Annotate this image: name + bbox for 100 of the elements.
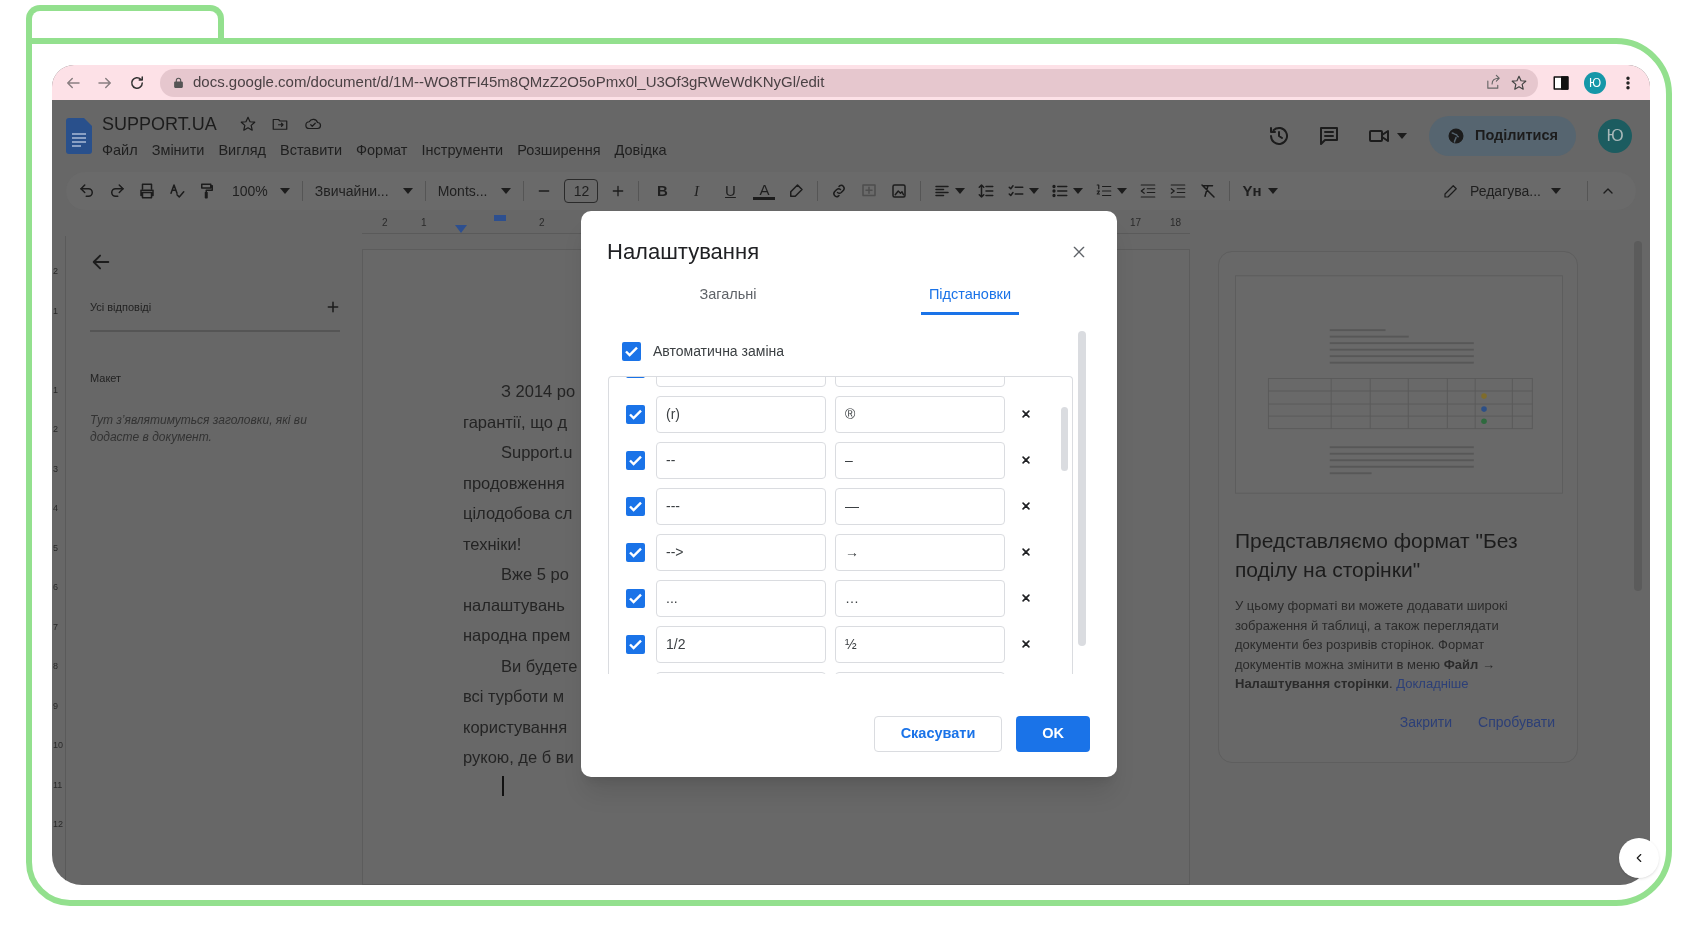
caret-icon[interactable] [1117,188,1128,194]
checkbox[interactable] [626,496,645,516]
caret-icon[interactable] [402,188,413,194]
docs-logo-icon[interactable] [66,118,92,154]
menu-item[interactable]: Розширення [517,139,601,162]
print-icon[interactable] [138,182,156,200]
menu-item[interactable]: Вигляд [218,139,266,162]
input-tools-button[interactable]: Yн [1242,179,1278,203]
promo-action-link[interactable]: Спробувати [1478,711,1555,733]
checkbox[interactable] [626,542,645,562]
spellcheck-icon[interactable] [168,182,186,200]
caret-icon[interactable] [1073,188,1084,194]
text-cursor [502,775,504,796]
add-icon[interactable] [326,300,340,315]
indent-marker-icon[interactable] [455,225,467,233]
delete-icon[interactable] [1021,639,1031,650]
menu-item[interactable]: Інструменти [421,139,504,162]
caret-icon[interactable] [1551,188,1561,194]
paint-roller-icon[interactable] [198,182,216,200]
bold-button[interactable]: B [651,179,674,203]
input-field[interactable]: -- [656,441,826,479]
input-field[interactable]: ... [656,579,826,617]
reload-icon[interactable] [128,73,146,92]
input-field[interactable]: ® [835,395,1005,433]
font-size-field[interactable]: 12 [564,179,599,203]
learn-more-link[interactable]: Докладніше [1396,676,1469,691]
promo-action-link[interactable]: Закрити [1399,711,1453,733]
highlighter-icon[interactable] [787,182,806,200]
profile-avatar[interactable]: Ю [1584,71,1606,94]
image-icon[interactable] [890,182,909,200]
editing-mode-dropdown[interactable]: Редагува... [1442,180,1561,202]
increase-indent-icon[interactable] [1169,182,1188,200]
delete-icon[interactable] [1021,547,1031,558]
decrease-indent-icon[interactable] [1139,182,1158,200]
input-field[interactable]: … [835,579,1005,617]
caret-icon[interactable] [501,188,512,194]
dialog-tab[interactable]: Загальні [691,284,765,315]
star-icon[interactable] [1510,73,1528,92]
share-icon[interactable] [1485,74,1502,91]
side-panel-icon[interactable] [1552,73,1570,92]
menu-item[interactable]: Файл [102,139,138,162]
input-field[interactable]: – [835,441,1005,479]
dialog-button[interactable]: OK [1016,716,1090,752]
first-line-marker-icon[interactable] [494,215,506,221]
line-spacing-icon[interactable] [977,182,996,200]
dialog-tab[interactable]: Підстановки [920,284,1020,315]
checkbox[interactable] [626,450,645,470]
document-text-line: З 2014 ро [501,381,576,402]
checkbox[interactable] [626,634,645,654]
caret-icon[interactable] [1267,188,1278,194]
scrollbar[interactable] [1061,406,1068,471]
ruler-number: 10 [53,740,63,750]
input-field[interactable]: — [835,487,1005,525]
input-field[interactable]: --- [656,487,826,525]
url-text: docs.google.com/document/d/1M--WO8TFI45m8QMzZ2O5oPmx0l_U3Of3gRWeWdKNyGl/edit [193,72,825,93]
input-field[interactable]: 1/2 [656,625,826,663]
underline-button[interactable]: U [719,179,742,203]
user-avatar[interactable]: Ю [1598,119,1632,153]
redo-icon[interactable] [108,182,126,200]
menu-item[interactable]: Вставити [279,139,342,162]
delete-icon[interactable] [1021,593,1031,604]
ruler-number: 11 [53,779,63,790]
delete-icon[interactable] [1021,501,1031,512]
undo-icon[interactable] [78,182,96,200]
input-field[interactable]: ½ [835,625,1005,663]
document-text-line: всі турботи м [463,686,565,707]
style-dropdown[interactable]: Звичайни... [314,180,413,202]
collapse-panel-button[interactable] [1619,838,1659,878]
caret-icon[interactable] [1397,133,1407,139]
dialog-button[interactable]: Скасувати [874,716,1002,752]
bulleted-list-icon[interactable] [1051,182,1070,200]
document-text-line: Ви будете [501,655,578,677]
globe-icon [1447,127,1465,145]
checkbox[interactable] [626,588,645,608]
checkbox[interactable] [622,341,641,361]
font-dropdown[interactable]: Monts... [437,180,512,202]
text-color-button[interactable]: A [753,182,776,200]
zoom-dropdown[interactable]: 100% [232,180,290,202]
share-button[interactable]: Поділитися [1429,116,1576,156]
input-field[interactable]: → [835,533,1005,571]
menu-item[interactable]: Формат [356,139,408,162]
address-bar[interactable]: docs.google.com/document/d/1M--WO8TFI45m8QMzZ2O5oPmx0l_U3Of3gRWeWdKNyGl/edit [160,68,1538,97]
document-title[interactable]: SUPPORT.UA [102,110,217,138]
clear-formatting-icon[interactable] [1199,182,1218,200]
comment-icon[interactable] [1317,124,1341,148]
input-field[interactable]: (r) [656,395,826,433]
menu-item[interactable]: Довідка [614,139,667,162]
caret-icon[interactable] [955,188,966,194]
italic-button[interactable]: I [685,179,708,203]
delete-icon[interactable] [1021,409,1031,420]
pencil-icon [1442,182,1460,200]
menu-item[interactable]: Змінити [151,139,205,162]
checkbox[interactable] [626,404,645,424]
delete-icon[interactable] [1021,455,1031,466]
scrollbar[interactable] [1078,330,1086,646]
history-icon[interactable] [1267,124,1291,148]
caret-icon[interactable] [279,188,290,194]
input-field[interactable]: --> [656,533,826,571]
caret-icon[interactable] [1029,188,1040,194]
star-icon[interactable] [238,115,257,134]
